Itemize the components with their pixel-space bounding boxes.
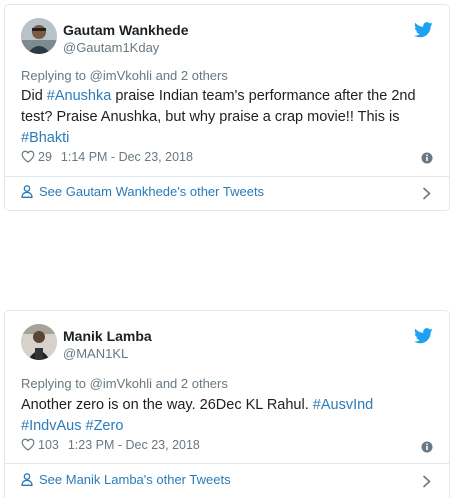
- divider: [5, 176, 449, 177]
- tweet-meta: 29 1:14 PM - Dec 23, 2018: [21, 150, 193, 166]
- author-handle[interactable]: @MAN1KL: [63, 346, 128, 361]
- author-name[interactable]: Manik Lamba: [63, 328, 152, 344]
- see-other-tweets-link[interactable]: See Gautam Wankhede's other Tweets: [21, 184, 433, 206]
- info-icon[interactable]: [421, 441, 433, 453]
- hashtag-link[interactable]: #IndvAus: [21, 418, 81, 434]
- hashtag-link[interactable]: #Zero: [86, 418, 124, 434]
- reply-mention-link[interactable]: @imVkohli: [90, 376, 152, 391]
- divider: [5, 463, 449, 464]
- avatar[interactable]: [21, 18, 57, 54]
- heart-icon[interactable]: [21, 438, 35, 451]
- twitter-bird-icon[interactable]: [414, 328, 433, 344]
- tweet-header: Manik Lamba @MAN1KL: [21, 324, 439, 364]
- timestamp-link[interactable]: 1:23 PM - Dec 23, 2018: [68, 438, 200, 452]
- hashtag-link[interactable]: #Bhakti: [21, 130, 69, 146]
- author-name[interactable]: Gautam Wankhede: [63, 22, 189, 38]
- like-count[interactable]: 29: [38, 150, 52, 164]
- tweet-text: Did #Anushka praise Indian team's perfor…: [21, 88, 416, 146]
- chevron-right-icon[interactable]: [422, 187, 431, 200]
- reply-context: Replying to @imVkohli and 2 others: [21, 68, 228, 83]
- chevron-right-icon[interactable]: [422, 475, 431, 488]
- tweet-text: Another zero is on the way. 26Dec KL Rah…: [21, 397, 374, 434]
- person-icon: [21, 473, 33, 486]
- tweet-meta: 103 1:23 PM - Dec 23, 2018: [21, 438, 200, 454]
- tweet-header: Gautam Wankhede @Gautam1Kday: [21, 18, 439, 58]
- reply-context: Replying to @imVkohli and 2 others: [21, 376, 228, 391]
- reply-mention-link[interactable]: @imVkohli: [90, 68, 152, 83]
- avatar[interactable]: [21, 324, 57, 360]
- author-handle[interactable]: @Gautam1Kday: [63, 40, 159, 55]
- person-icon: [21, 185, 33, 198]
- timestamp-link[interactable]: 1:14 PM - Dec 23, 2018: [61, 150, 193, 164]
- tweet-card[interactable]: Gautam Wankhede @Gautam1Kday Replying to…: [4, 4, 450, 211]
- see-other-tweets-link[interactable]: See Manik Lamba's other Tweets: [21, 472, 433, 494]
- info-icon[interactable]: [421, 152, 433, 164]
- twitter-bird-icon[interactable]: [414, 22, 433, 38]
- hashtag-link[interactable]: #AusvInd: [313, 397, 373, 413]
- heart-icon[interactable]: [21, 150, 35, 163]
- like-count[interactable]: 103: [38, 438, 59, 452]
- tweet-card[interactable]: Manik Lamba @MAN1KL Replying to @imVkohl…: [4, 310, 450, 498]
- hashtag-link[interactable]: #Anushka: [47, 88, 112, 104]
